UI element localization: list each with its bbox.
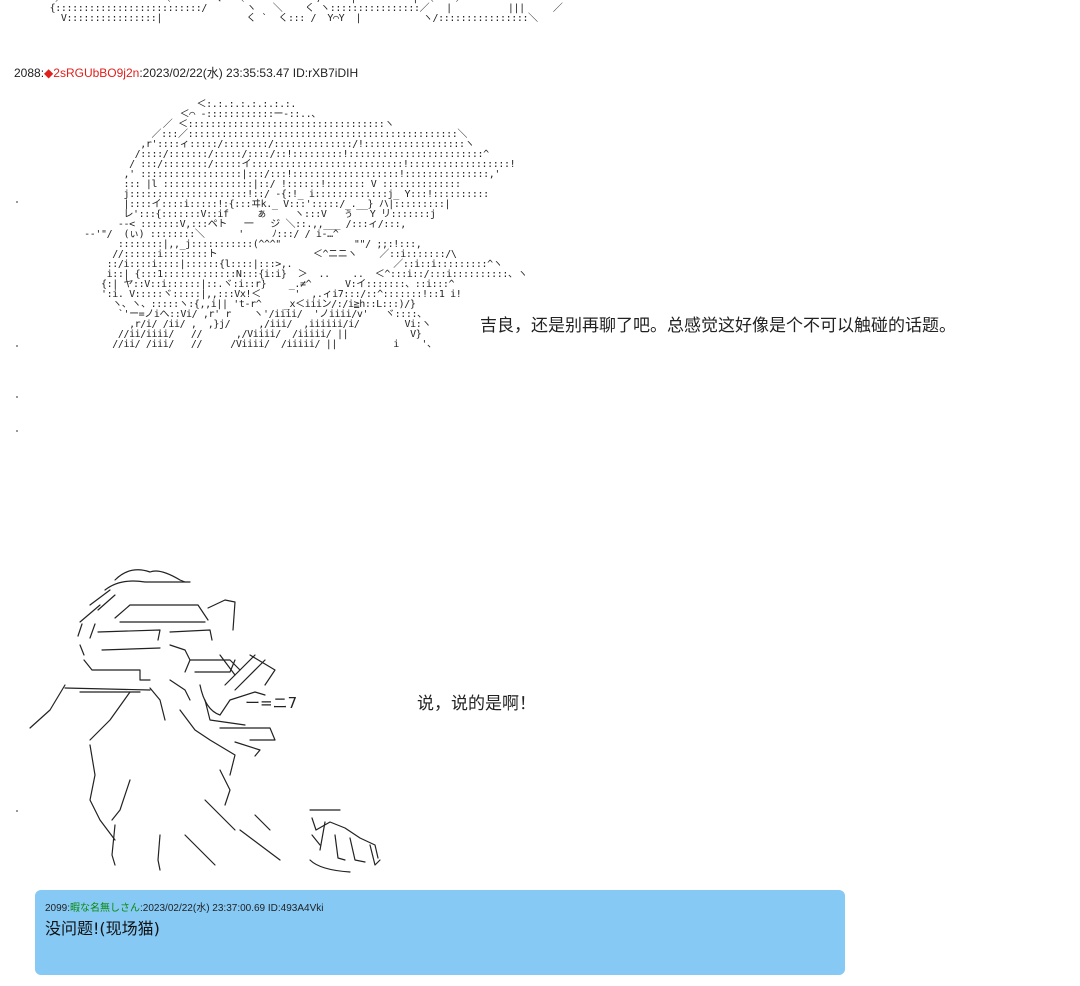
dialogue-line-2: 说，说的是啊！ (417, 694, 536, 714)
ascii-art-fragment-top: ／ ＼ ヽ く ＼ / | |∠＼ ／ {:::::::::::::::::::… (49, 0, 563, 24)
trip-code: ◆2sRGUbBO9j2n (44, 66, 140, 80)
reply-meta: :2023/02/22(水) 23:37:00.69 ID:493A4Vki (140, 903, 324, 914)
dialogue-line-1: 吉良，还是别再聊了吧。总感觉这好像是个不可以触碰的话题。 (480, 316, 956, 336)
reply-author: 暇な名無しさん (70, 903, 141, 914)
post-number[interactable]: 2088 (14, 66, 41, 80)
post-header: 2088:◆2sRGUbBO9j2n:2023/02/22(水) 23:35:5… (14, 66, 359, 80)
post-datetime: 2023/02/22(水) 23:35:53.47 (142, 66, 290, 80)
aa-dot (16, 396, 18, 398)
sound-effect: ー=ニ7 (245, 694, 298, 712)
reply-post: 2099:暇な名無しさん:2023/02/22(水) 23:37:00.69 I… (35, 890, 845, 975)
reply-number[interactable]: 2099 (45, 903, 67, 914)
character-drawing (29, 569, 381, 873)
aa-dot (16, 201, 18, 203)
post-id[interactable]: ID:rXB7iDIH (293, 66, 358, 80)
aa-dot (16, 430, 18, 432)
reply-header: 2099:暇な名無しさん:2023/02/22(水) 23:37:00.69 I… (45, 903, 324, 914)
ascii-art-girl: ＜:.:.:.:.:.:.:.:. ＜⌒ ‐::::::::::::ー-::..… (84, 99, 528, 350)
aa-dot (16, 345, 18, 347)
aa-dot (16, 810, 18, 812)
reply-body: 没问题!(现场猫) (45, 919, 160, 938)
